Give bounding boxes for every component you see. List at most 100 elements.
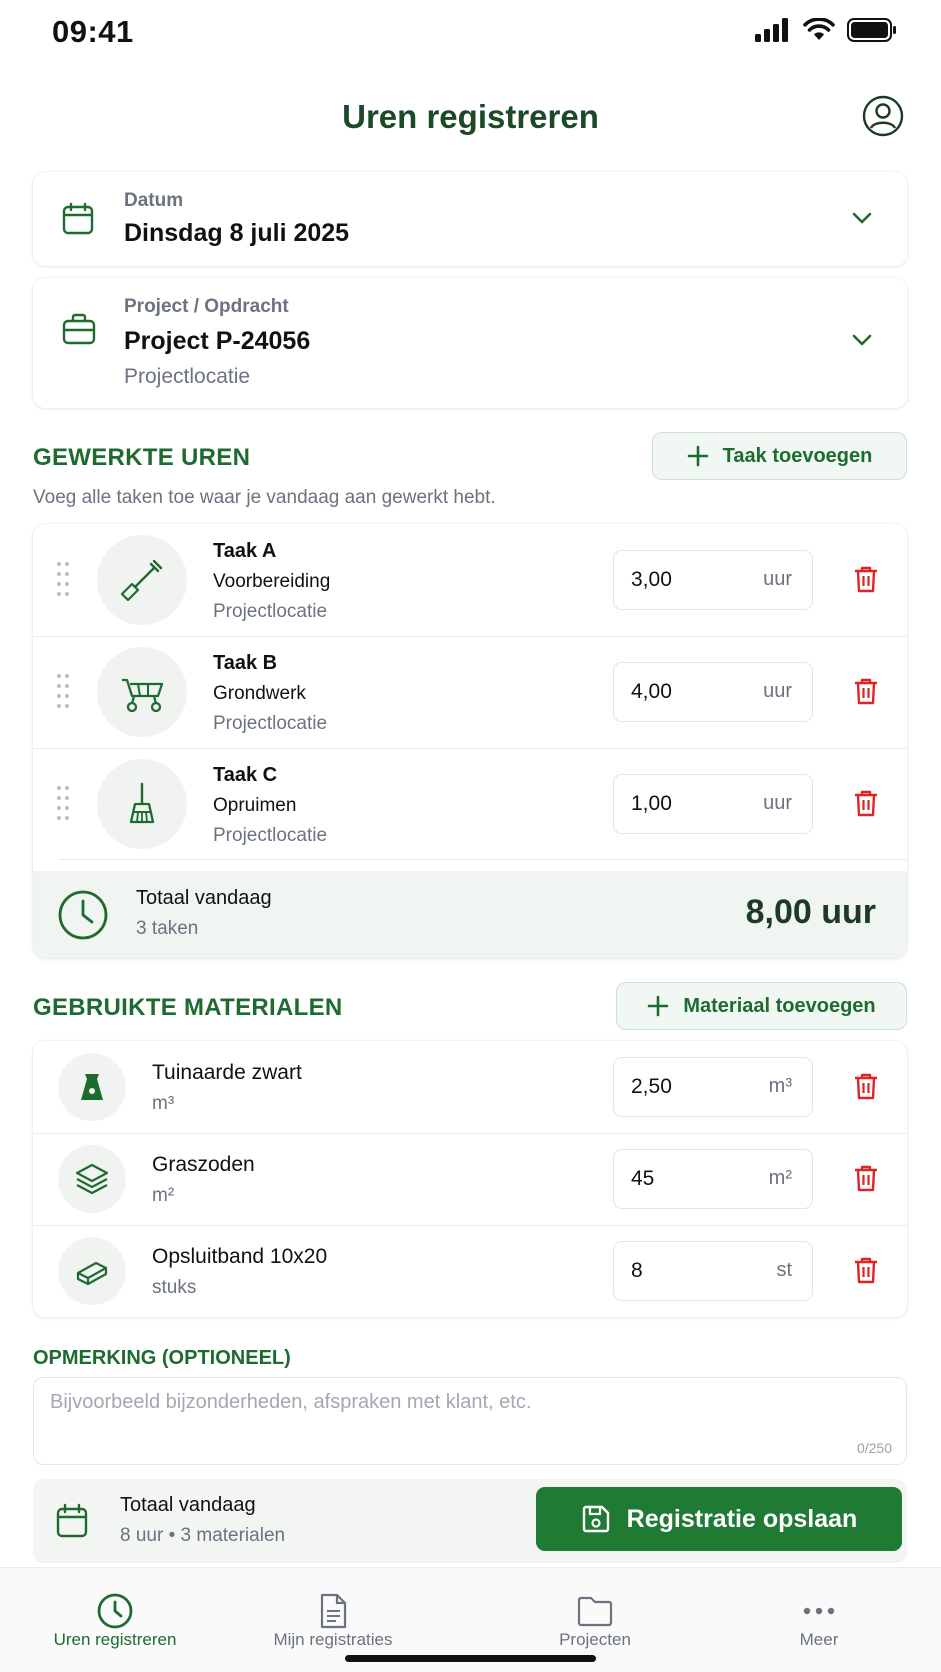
drag-handle-icon[interactable] <box>57 674 71 710</box>
date-value: Dinsdag 8 juli 2025 <box>124 219 350 247</box>
clock-icon <box>58 890 108 940</box>
hours-section-subtitle: Voeg alle taken toe waar je vandaag aan … <box>33 487 496 508</box>
task-list: Taak A Voorbereiding Projectlocatie 3,00… <box>33 524 907 958</box>
hours-input[interactable]: 4,00 uur <box>613 662 813 722</box>
task-row: Taak A Voorbereiding Projectlocatie 3,00… <box>33 524 907 636</box>
home-indicator <box>345 1655 596 1662</box>
task-activity: Voorbereiding <box>213 571 331 592</box>
hours-value: 3,00 <box>631 568 672 591</box>
trash-icon[interactable] <box>851 1255 881 1285</box>
remark-textarea[interactable]: Bijvoorbeeld bijzonderheden, afspraken m… <box>33 1377 907 1465</box>
status-bar: 09:41 <box>0 0 941 62</box>
material-qty-input[interactable]: 45 m² <box>613 1149 813 1209</box>
calendar-icon <box>62 202 94 235</box>
material-qty-value: 8 <box>631 1259 643 1282</box>
add-task-button[interactable]: Taak toevoegen <box>652 432 907 480</box>
summary-label: Totaal vandaag <box>120 1494 256 1516</box>
remark-counter: 0/250 <box>856 1440 892 1456</box>
material-qty-value: 45 <box>631 1167 655 1190</box>
material-qty-input[interactable]: 8 st <box>613 1241 813 1301</box>
hours-total: Totaal vandaag 3 taken 8,00 uur <box>33 871 907 958</box>
material-list: Tuinaarde zwart m³ 2,50 m³ Graszoden m² … <box>33 1041 907 1317</box>
nav-item-mijn-registraties[interactable]: Mijn registraties <box>233 1568 433 1668</box>
divider <box>59 859 907 860</box>
chevron-down-icon[interactable] <box>850 330 874 350</box>
material-qty-unit: m³ <box>768 1075 792 1097</box>
hours-unit: uur <box>763 792 792 814</box>
material-row: Opsluitband 10x20 stuks 8 st <box>33 1225 907 1317</box>
wifi-icon <box>803 18 835 40</box>
hours-value: 4,00 <box>631 680 672 703</box>
drag-handle-icon[interactable] <box>57 786 71 822</box>
hours-unit: uur <box>763 680 792 702</box>
folder-icon <box>577 1596 613 1627</box>
trash-icon[interactable] <box>851 564 881 594</box>
task-row: Taak B Grondwerk Projectlocatie 4,00 uur <box>33 636 907 748</box>
total-count: 3 taken <box>136 918 199 939</box>
status-time: 09:41 <box>52 14 134 49</box>
material-unit-label: stuks <box>152 1277 197 1298</box>
hours-input[interactable]: 3,00 uur <box>613 550 813 610</box>
nav-item-projecten[interactable]: Projecten <box>495 1568 695 1668</box>
material-qty-input[interactable]: 2,50 m³ <box>613 1057 813 1117</box>
task-location: Projectlocatie <box>213 601 328 622</box>
material-unit-label: m³ <box>152 1093 175 1114</box>
summary-detail: 8 uur • 3 materialen <box>120 1525 286 1546</box>
shovel-icon <box>120 559 163 602</box>
task-name: Taak B <box>213 652 278 674</box>
block-icon <box>76 1261 108 1286</box>
total-label: Totaal vandaag <box>136 887 272 909</box>
task-icon-circle <box>97 647 187 737</box>
plus-icon <box>648 995 669 1017</box>
trash-icon[interactable] <box>851 1163 881 1193</box>
clock-icon <box>97 1593 133 1629</box>
project-label: Project / Opdracht <box>124 296 289 317</box>
save-button[interactable]: Registratie opslaan <box>536 1487 902 1551</box>
nav-item-meer[interactable]: Meer <box>719 1568 919 1668</box>
material-qty-value: 2,50 <box>631 1075 672 1098</box>
page-title: Uren registreren <box>342 98 599 135</box>
task-location: Projectlocatie <box>213 825 328 846</box>
material-icon-circle <box>58 1237 126 1305</box>
summary-bar: Totaal vandaag 8 uur • 3 materialen Regi… <box>33 1479 907 1563</box>
task-icon-circle <box>97 535 187 625</box>
signal-icon <box>755 18 788 42</box>
remark-title: OPMERKING (OPTIONEEL) <box>33 1347 291 1369</box>
save-label: Registratie opslaan <box>626 1504 858 1533</box>
task-row: Taak C Opruimen Projectlocatie 1,00 uur <box>33 748 907 860</box>
nav-label: Uren registreren <box>53 1630 177 1649</box>
trash-icon[interactable] <box>851 1071 881 1101</box>
trash-icon[interactable] <box>851 676 881 706</box>
profile-icon[interactable] <box>862 95 904 137</box>
layers-icon <box>75 1163 109 1195</box>
nav-item-uren-registreren[interactable]: Uren registreren <box>15 1568 215 1668</box>
hours-section-title: GEWERKTE UREN <box>33 444 251 471</box>
drag-handle-icon[interactable] <box>57 562 71 598</box>
material-qty-unit: st <box>776 1259 792 1281</box>
chevron-down-icon[interactable] <box>850 208 874 228</box>
material-unit-label: m² <box>152 1185 175 1206</box>
save-icon <box>582 1505 609 1533</box>
nav-label: Meer <box>799 1630 839 1649</box>
battery-icon <box>847 18 896 42</box>
hours-value: 1,00 <box>631 792 672 815</box>
plus-icon <box>687 445 708 467</box>
material-name: Graszoden <box>152 1153 255 1176</box>
calendar-icon <box>56 1503 88 1538</box>
add-material-label: Materiaal toevoegen <box>683 994 876 1017</box>
date-field[interactable]: Datum Dinsdag 8 juli 2025 <box>33 172 907 266</box>
briefcase-icon <box>62 313 96 345</box>
project-location: Projectlocatie <box>124 365 251 388</box>
project-value: Project P-24056 <box>124 327 311 355</box>
task-location: Projectlocatie <box>213 713 328 734</box>
trash-icon[interactable] <box>851 788 881 818</box>
add-material-button[interactable]: Materiaal toevoegen <box>616 982 907 1030</box>
material-row: Tuinaarde zwart m³ 2,50 m³ <box>33 1041 907 1133</box>
project-field[interactable]: Project / Opdracht Project P-24056 Proje… <box>33 278 907 408</box>
task-activity: Opruimen <box>213 795 297 816</box>
add-task-label: Taak toevoegen <box>722 444 873 467</box>
materials-section-title: GEBRUIKTE MATERIALEN <box>33 994 343 1021</box>
broom-icon <box>129 782 155 824</box>
hours-input[interactable]: 1,00 uur <box>613 774 813 834</box>
document-icon <box>320 1593 347 1629</box>
